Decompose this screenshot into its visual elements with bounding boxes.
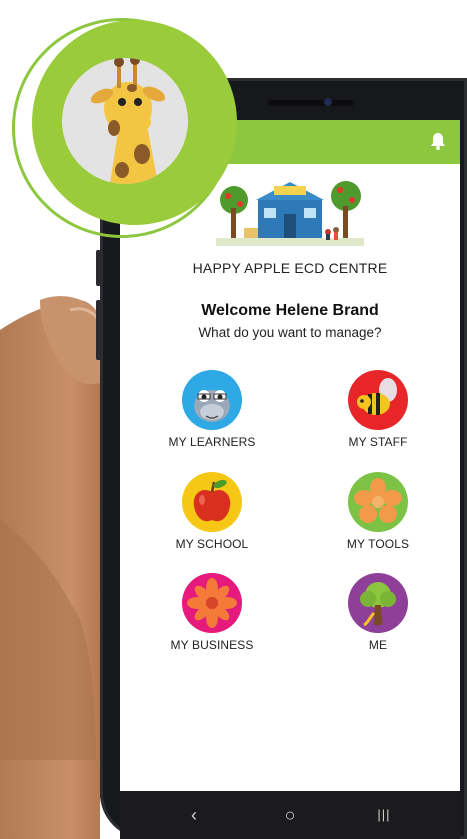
my-tools-label: MY TOOLS (346, 537, 410, 551)
promo-scene: HAPPY APPLE ECD CENTRE Welcome Helene Br… (0, 0, 467, 839)
my-tools-button[interactable]: MY TOOLS (318, 472, 438, 551)
my-business-label: MY BUSINESS (170, 638, 254, 652)
giraffe-logo-icon (62, 58, 188, 184)
my-learners-label: MY LEARNERS (168, 435, 256, 449)
my-learners-button[interactable]: MY LEARNERS (152, 370, 272, 449)
system-nav-bar: ‹ ○ ||| (120, 791, 460, 839)
flower-icon (348, 472, 408, 532)
me-label: ME (368, 638, 388, 652)
me-button[interactable]: ME (318, 573, 438, 652)
phone-side-button (96, 300, 101, 360)
my-staff-button[interactable]: MY STAFF (318, 370, 438, 449)
phone-speaker (268, 100, 354, 106)
manage-question: What do you want to manage? (198, 325, 382, 340)
my-school-button[interactable]: MY SCHOOL (152, 472, 272, 551)
my-staff-label: MY STAFF (348, 435, 408, 449)
tree-icon (348, 573, 408, 633)
school-illustration (216, 181, 364, 246)
my-business-button[interactable]: MY BUSINESS (152, 573, 272, 652)
home-button[interactable]: ○ (270, 791, 310, 839)
phone-volume-button (96, 250, 101, 286)
hippo-icon (182, 370, 242, 430)
bell-icon[interactable] (430, 132, 446, 154)
phone-camera (324, 98, 332, 106)
recents-button[interactable]: ||| (364, 791, 404, 839)
bee-icon (348, 370, 408, 430)
back-button[interactable]: ‹ (174, 791, 214, 839)
my-school-label: MY SCHOOL (175, 537, 249, 551)
apple-icon (182, 472, 242, 532)
flower-icon (182, 573, 242, 633)
app-screen: HAPPY APPLE ECD CENTRE Welcome Helene Br… (120, 120, 460, 839)
welcome-heading: Welcome Helene Brand (201, 302, 379, 319)
school-name: HAPPY APPLE ECD CENTRE (192, 260, 388, 276)
